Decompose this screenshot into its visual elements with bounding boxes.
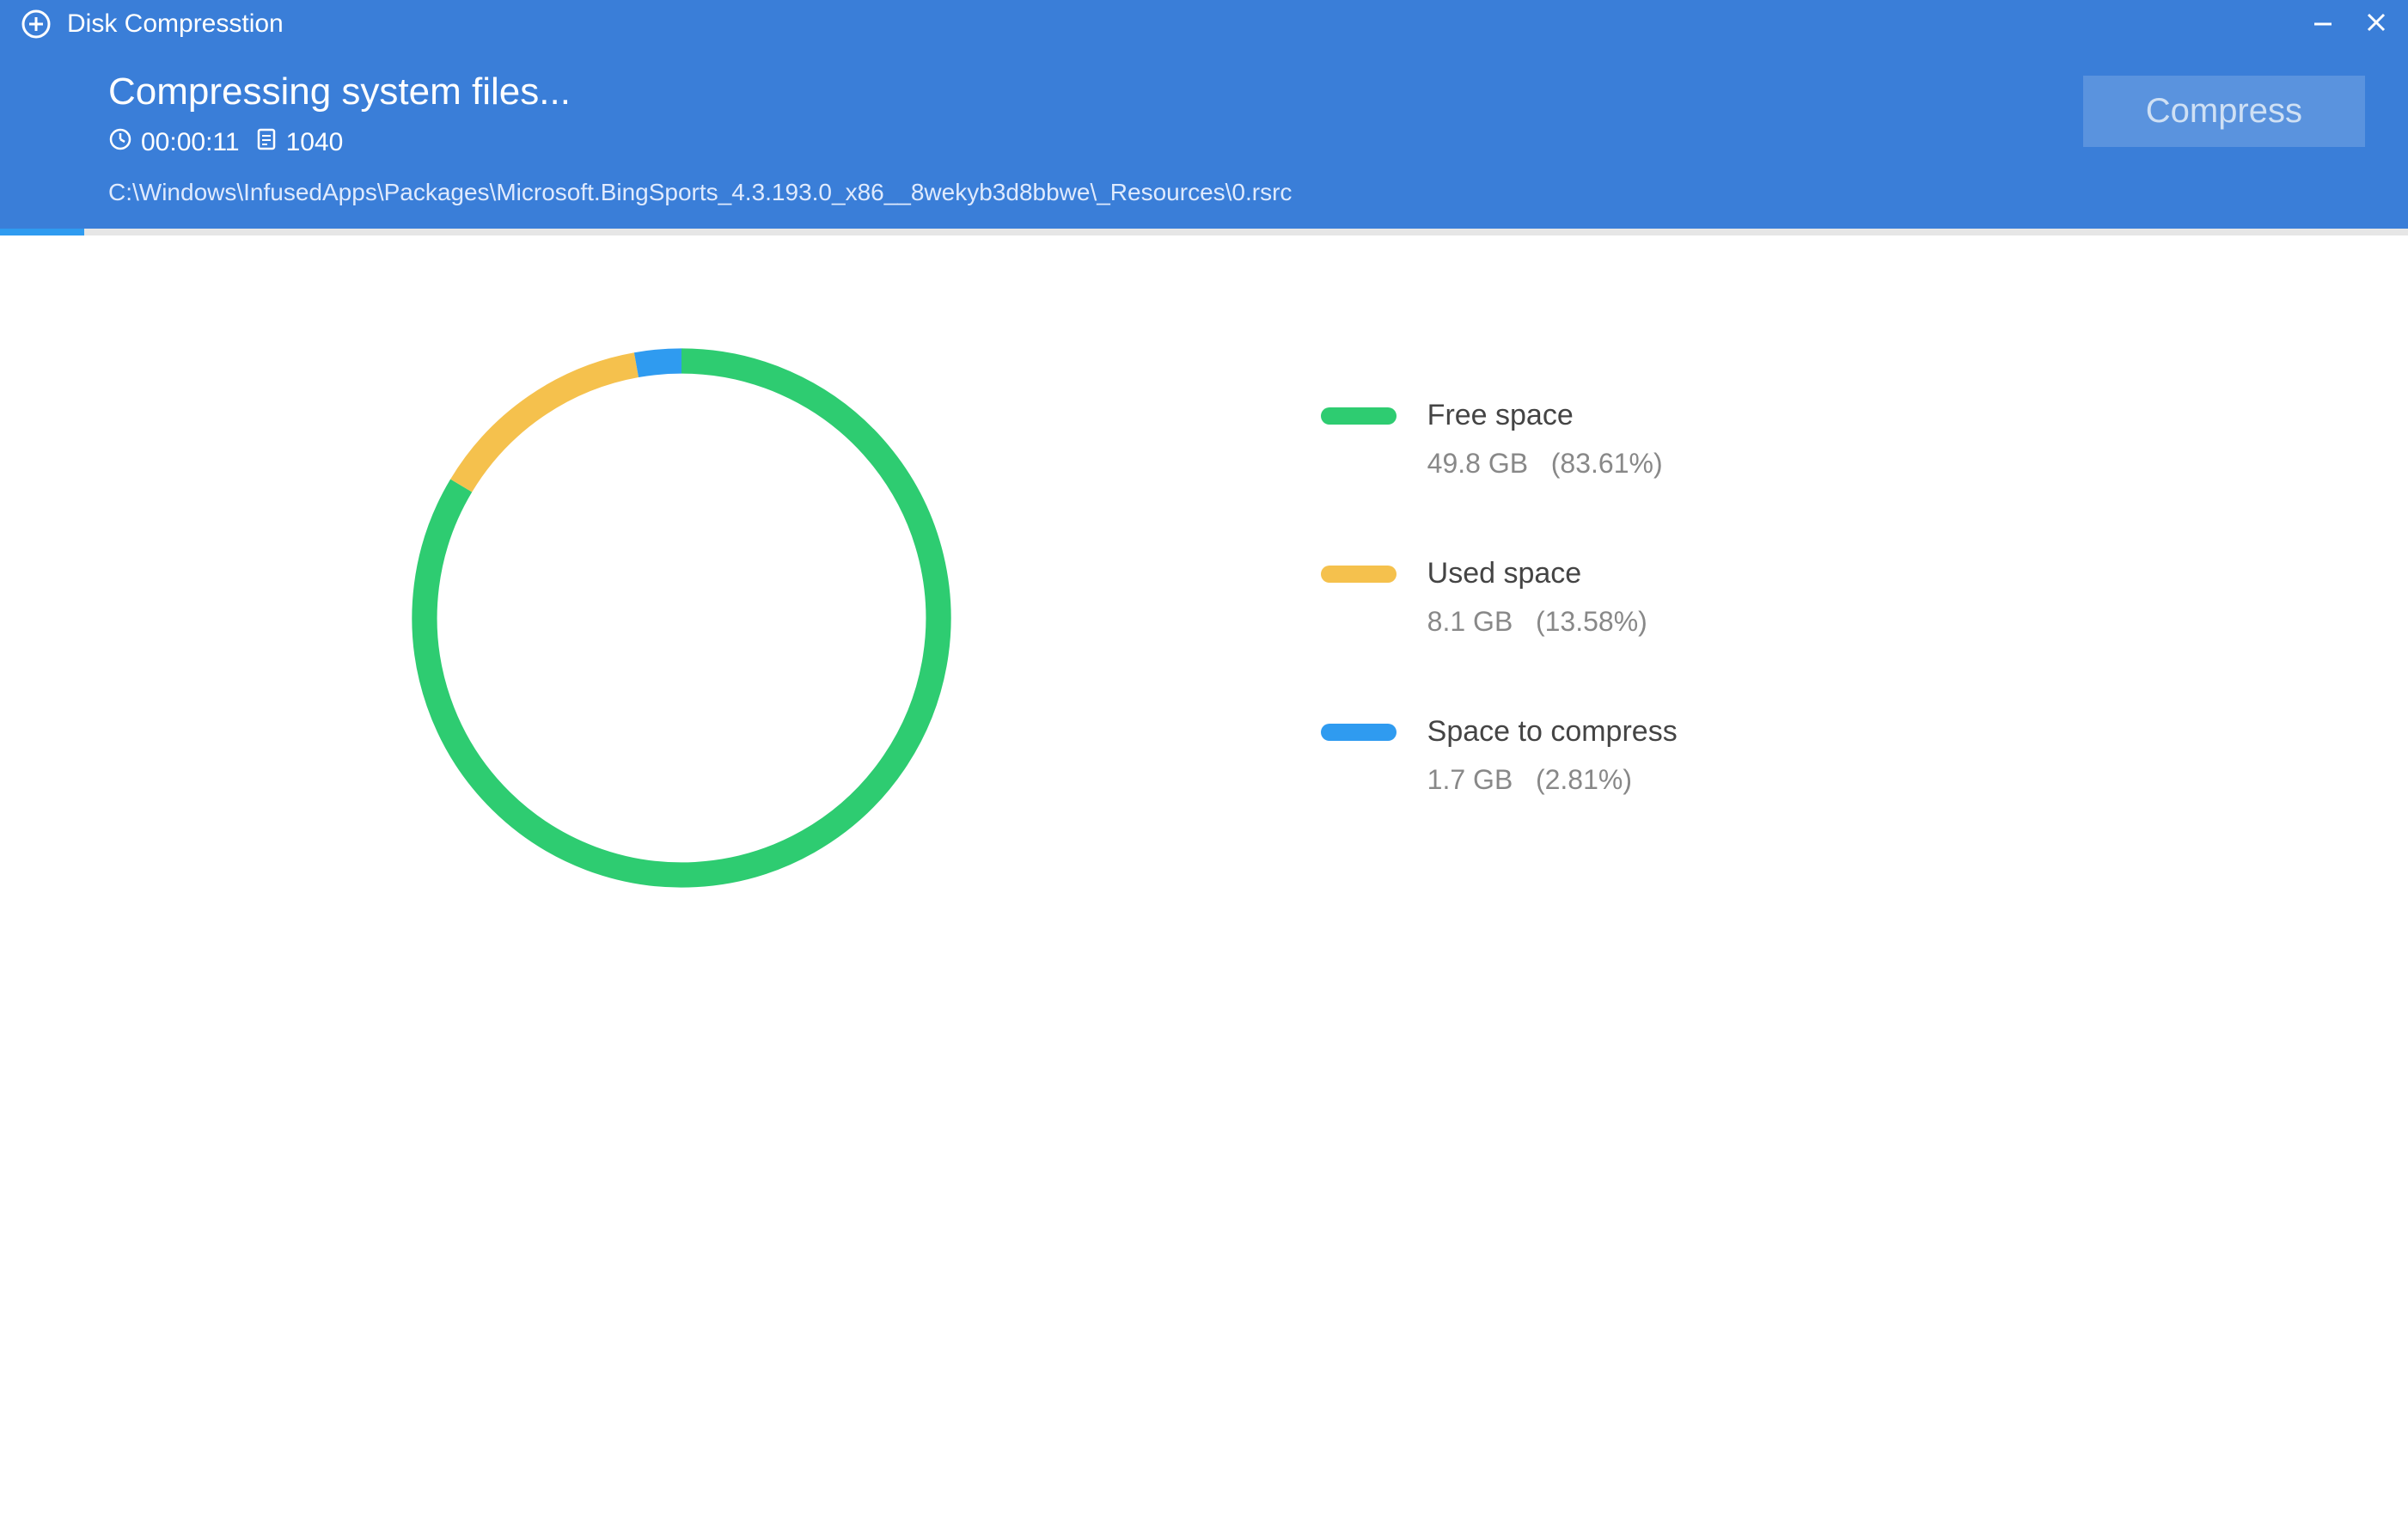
current-file-path: C:\Windows\InfusedApps\Packages\Microsof…: [0, 158, 2408, 206]
progress-fill: [0, 229, 84, 235]
app-logo-icon: [21, 9, 52, 40]
legend-item: Free space 49.8 GB (83.61%): [1321, 399, 2339, 480]
file-count-meta: 1040: [255, 127, 344, 158]
legend-text: Free space 49.8 GB (83.61%): [1427, 399, 1663, 480]
legend: Free space 49.8 GB (83.61%) Used space 8.1 …: [1295, 339, 2339, 1483]
close-button[interactable]: [2365, 9, 2387, 39]
legend-item: Used space 8.1 GB (13.58%): [1321, 557, 2339, 638]
legend-label: Space to compress: [1427, 715, 1678, 749]
file-icon: [255, 127, 278, 158]
body: Free space 49.8 GB (83.61%) Used space 8.1 …: [0, 235, 2408, 1535]
elapsed-time-meta: 00:00:11: [108, 127, 240, 158]
minimize-button[interactable]: [2312, 9, 2334, 39]
app-window: Disk Compresstion Compressing system fil…: [0, 0, 2408, 1535]
legend-label: Free space: [1427, 399, 1663, 432]
donut-segment: [461, 365, 637, 486]
elapsed-time-value: 00:00:11: [141, 128, 240, 157]
clock-icon: [108, 127, 132, 158]
legend-text: Used space 8.1 GB (13.58%): [1427, 557, 1647, 638]
legend-swatch: [1321, 724, 1397, 741]
legend-value: 49.8 GB (83.61%): [1427, 448, 1663, 480]
file-count-value: 1040: [286, 128, 344, 157]
header-main: Compressing system files... 00:00:11: [0, 48, 2408, 158]
app-title: Disk Compresstion: [67, 9, 2312, 39]
legend-swatch: [1321, 407, 1397, 425]
status-title: Compressing system files...: [108, 70, 2083, 113]
header: Disk Compresstion Compressing system fil…: [0, 0, 2408, 229]
donut-chart: [402, 339, 961, 897]
legend-label: Used space: [1427, 557, 1647, 590]
legend-swatch: [1321, 566, 1397, 583]
progress-bar: [0, 229, 2408, 235]
status-block: Compressing system files... 00:00:11: [108, 70, 2083, 158]
chart-area: [69, 339, 1295, 1483]
legend-item: Space to compress 1.7 GB (2.81%): [1321, 715, 2339, 796]
legend-text: Space to compress 1.7 GB (2.81%): [1427, 715, 1678, 796]
donut-segment: [637, 361, 682, 365]
titlebar: Disk Compresstion: [0, 0, 2408, 48]
compress-button[interactable]: Compress: [2083, 76, 2365, 147]
legend-value: 8.1 GB (13.58%): [1427, 606, 1647, 638]
legend-value: 1.7 GB (2.81%): [1427, 764, 1678, 796]
window-controls: [2312, 9, 2387, 39]
status-meta: 00:00:11 1040: [108, 127, 2083, 158]
